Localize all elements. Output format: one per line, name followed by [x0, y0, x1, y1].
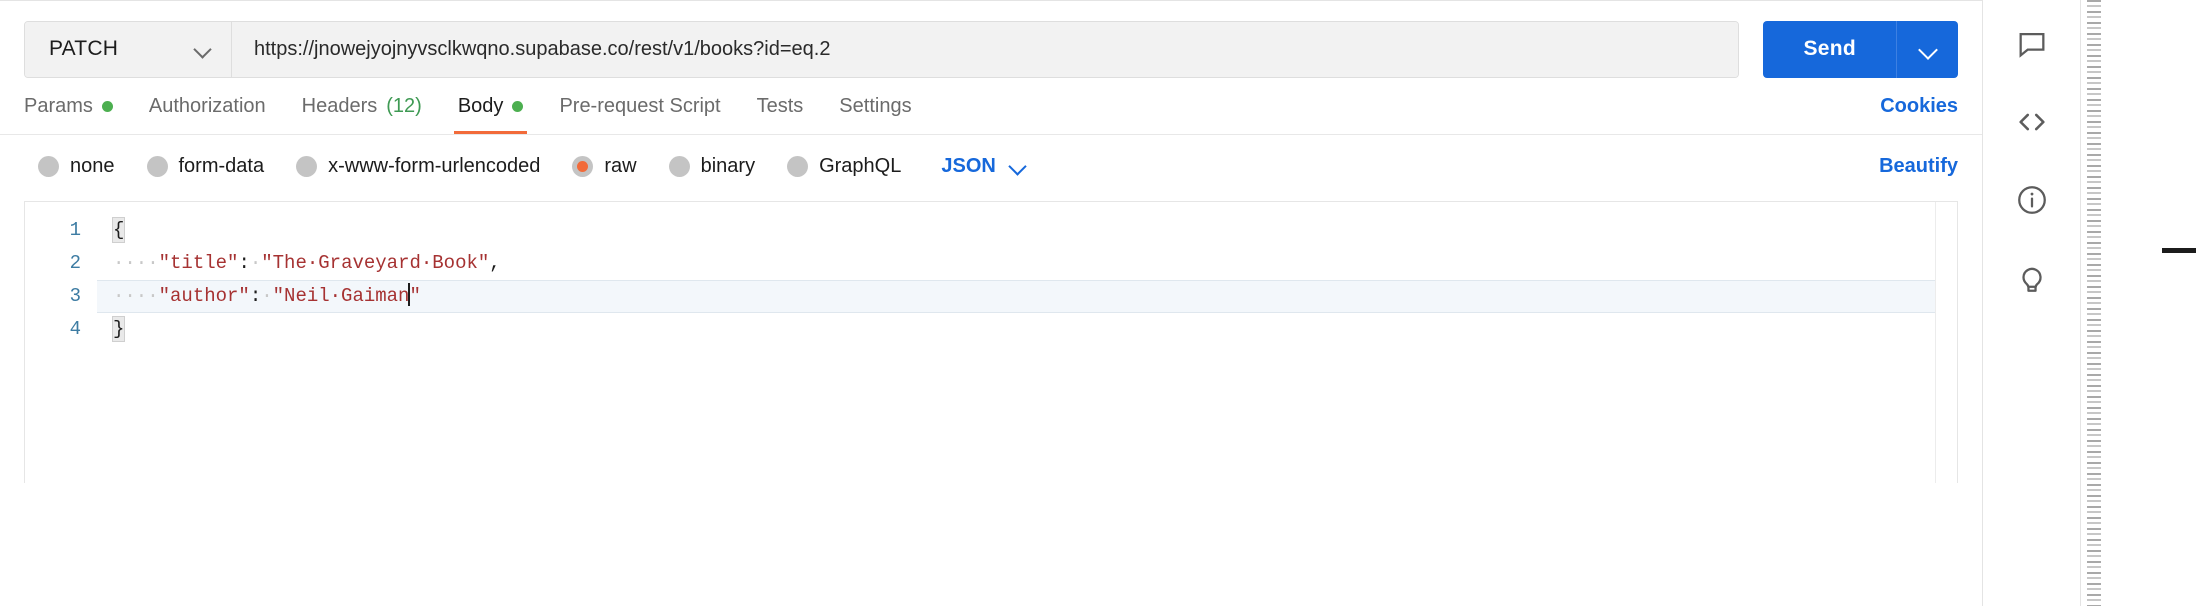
body-language-label: JSON [941, 155, 995, 178]
tab-settings[interactable]: Settings [821, 78, 929, 134]
body-language-select[interactable]: JSON [941, 155, 1025, 178]
radio-icon-selected [572, 156, 593, 177]
radio-label: form-data [179, 155, 265, 178]
chevron-down-icon [1920, 41, 1936, 57]
status-dot-icon [512, 101, 523, 112]
tab-label: Params [24, 95, 93, 118]
url-bar-row: PATCH Send [0, 1, 1982, 79]
body-type-form-data[interactable]: form-data [147, 155, 265, 178]
chevron-down-icon [1010, 158, 1026, 174]
tab-label: Pre-request Script [559, 95, 720, 118]
editor-code-area[interactable]: {····"title":·"The·Graveyard·Book",····"… [97, 202, 1957, 483]
radio-icon [787, 156, 808, 177]
radio-label: none [70, 155, 115, 178]
tab-label: Tests [757, 95, 804, 118]
tab-body[interactable]: Body [440, 78, 542, 134]
code-token-colon: : [250, 285, 261, 307]
code-token-str: "Neil·Gaiman [273, 285, 410, 307]
chevron-down-icon [195, 41, 211, 57]
code-token-key: "author" [159, 285, 250, 307]
editor-code-line[interactable]: { [97, 214, 1957, 247]
http-method-label: PATCH [49, 37, 118, 61]
code-token-indent: ···· [113, 252, 159, 274]
radio-label: raw [604, 155, 636, 178]
editor-code-line[interactable]: ····"title":·"The·Graveyard·Book", [97, 247, 1957, 280]
radio-label: binary [701, 155, 755, 178]
comment-icon[interactable] [2008, 20, 2056, 68]
postman-request-builder: PATCH Send Params Authorization [0, 0, 2196, 606]
tab-authorization[interactable]: Authorization [131, 78, 284, 134]
code-token-str: "The·Graveyard·Book" [261, 252, 489, 274]
http-method-select[interactable]: PATCH [25, 22, 232, 77]
send-options-button[interactable] [1896, 21, 1958, 78]
body-code-editor[interactable]: 1234 {····"title":·"The·Graveyard·Book",… [24, 201, 1958, 483]
radio-label: GraphQL [819, 155, 901, 178]
document-edge-strip [2080, 0, 2196, 606]
tab-headers[interactable]: Headers (12) [284, 78, 440, 134]
send-button[interactable]: Send [1763, 21, 1896, 78]
request-tabs: Params Authorization Headers (12) Body P… [0, 79, 1982, 135]
send-group: Send [1763, 21, 1958, 78]
code-icon[interactable] [2008, 98, 2056, 146]
body-type-row: none form-data x-www-form-urlencoded raw… [0, 135, 1982, 197]
body-type-none[interactable]: none [38, 155, 115, 178]
radio-label: x-www-form-urlencoded [328, 155, 540, 178]
editor-line-numbers: 1234 [25, 202, 97, 483]
body-type-graphql[interactable]: GraphQL [787, 155, 901, 178]
code-token-punc: , [489, 252, 500, 274]
editor-line-number: 1 [25, 214, 81, 247]
bolt-icon[interactable] [2008, 254, 2056, 302]
url-combo: PATCH [24, 21, 1739, 78]
radio-icon [147, 156, 168, 177]
headers-count-badge: (12) [386, 95, 422, 118]
code-token-key: "title" [159, 252, 239, 274]
tab-params[interactable]: Params [24, 78, 131, 134]
code-token-indent: · [261, 285, 272, 307]
beautify-button[interactable]: Beautify [1879, 155, 1958, 178]
code-token-str: " [409, 285, 420, 307]
body-type-binary[interactable]: binary [669, 155, 755, 178]
editor-scrollbar[interactable] [1935, 202, 1957, 483]
code-token-colon: : [238, 252, 249, 274]
edge-minimap [2087, 0, 2101, 606]
code-token-indent: ···· [113, 285, 159, 307]
code-token-brace: { [113, 218, 124, 242]
body-type-raw[interactable]: raw [572, 155, 636, 178]
tab-label: Settings [839, 95, 911, 118]
tab-label: Authorization [149, 95, 266, 118]
body-type-x-www-form-urlencoded[interactable]: x-www-form-urlencoded [296, 155, 540, 178]
tab-tests[interactable]: Tests [739, 78, 822, 134]
right-sidebar [1982, 0, 2080, 606]
info-icon[interactable] [2008, 176, 2056, 224]
url-input-wrap [232, 22, 1738, 77]
code-token-indent: · [250, 252, 261, 274]
main-panel: PATCH Send Params Authorization [0, 0, 1982, 606]
code-token-brace: } [113, 317, 124, 341]
radio-icon [296, 156, 317, 177]
tab-pre-request-script[interactable]: Pre-request Script [541, 78, 738, 134]
url-input[interactable] [254, 38, 1716, 61]
editor-line-number: 3 [25, 280, 81, 313]
tab-label: Body [458, 95, 504, 118]
editor-line-number: 2 [25, 247, 81, 280]
tab-label: Headers [302, 95, 378, 118]
editor-line-number: 4 [25, 313, 81, 346]
editor-code-line[interactable]: } [97, 313, 1957, 346]
status-dot-icon [102, 101, 113, 112]
radio-icon [38, 156, 59, 177]
radio-icon [669, 156, 690, 177]
edge-resize-handle[interactable] [2162, 248, 2196, 253]
cookies-link[interactable]: Cookies [1880, 95, 1958, 134]
editor-code-line[interactable]: ····"author":·"Neil·Gaiman" [97, 280, 1957, 313]
